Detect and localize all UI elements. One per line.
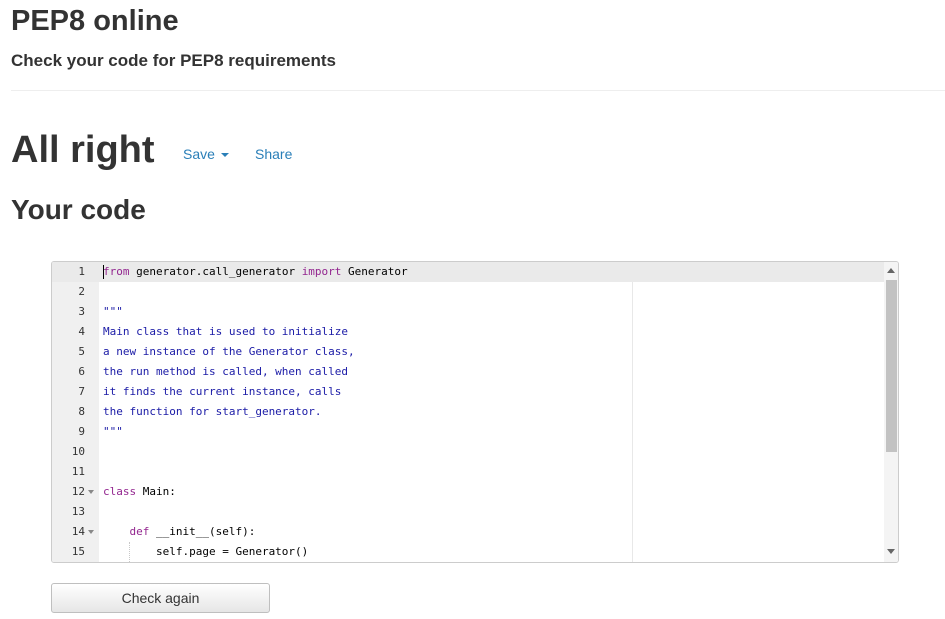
code-line[interactable]: 11 bbox=[52, 462, 884, 482]
code-token: __init__(self): bbox=[149, 525, 256, 538]
code-lines[interactable]: 1 from generator.call_generator import Ge… bbox=[52, 262, 884, 562]
string-token: """ bbox=[103, 425, 123, 438]
code-text: def __init__(self): bbox=[103, 522, 256, 542]
scrollbar-thumb[interactable] bbox=[886, 280, 897, 452]
code-token: self.page = Generator() bbox=[103, 545, 309, 558]
code-line[interactable]: 13 bbox=[52, 502, 884, 522]
string-token: the run method is called, when called bbox=[103, 365, 349, 378]
header-divider bbox=[11, 90, 945, 91]
string-token: Main class that is used to initialize bbox=[103, 325, 349, 338]
code-line[interactable]: 8 the function for start_generator. bbox=[52, 402, 884, 422]
line-number: 14 bbox=[71, 525, 85, 538]
code-line[interactable]: 15 self.page = Generator() bbox=[52, 542, 884, 562]
code-text: Main class that is used to initialize bbox=[103, 322, 348, 342]
string-token: """ bbox=[103, 305, 123, 318]
string-token: it finds the current instance, calls bbox=[103, 385, 342, 398]
line-number: 6 bbox=[78, 365, 85, 378]
code-line[interactable]: 10 bbox=[52, 442, 884, 462]
code-text: from generator.call_generator import Gen… bbox=[103, 262, 408, 282]
share-link[interactable]: Share bbox=[255, 146, 292, 163]
keyword-token: def bbox=[129, 525, 150, 538]
site-subtitle: Check your code for PEP8 requirements bbox=[11, 51, 336, 70]
string-token: the function for start_generator. bbox=[103, 405, 322, 418]
code-heading: Your code bbox=[11, 194, 146, 225]
code-text: self.page = Generator() bbox=[103, 542, 308, 562]
code-line[interactable]: 7 it finds the current instance, calls bbox=[52, 382, 884, 402]
code-token: Main: bbox=[136, 485, 176, 498]
keyword-token: import bbox=[301, 265, 342, 278]
code-text: class Main: bbox=[103, 482, 176, 502]
line-number: 11 bbox=[71, 465, 85, 478]
code-line[interactable]: 3 """ bbox=[52, 302, 884, 322]
code-text: a new instance of the Generator class, bbox=[103, 342, 355, 362]
site-title: PEP8 online bbox=[11, 5, 179, 37]
code-line[interactable]: 5 a new instance of the Generator class, bbox=[52, 342, 884, 362]
scroll-up-arrow-icon[interactable] bbox=[887, 268, 895, 273]
keyword-token: from bbox=[103, 265, 130, 278]
save-label: Save bbox=[183, 146, 215, 162]
vertical-scrollbar[interactable] bbox=[884, 262, 898, 562]
line-number: 15 bbox=[71, 545, 85, 558]
check-again-button[interactable]: Check again bbox=[51, 583, 270, 613]
line-number: 2 bbox=[78, 285, 85, 298]
line-number: 8 bbox=[78, 405, 85, 418]
line-number: 4 bbox=[78, 325, 85, 338]
line-number: 12 bbox=[71, 485, 85, 498]
code-token: generator.call_generator bbox=[129, 265, 302, 278]
result-title: All right bbox=[11, 129, 155, 171]
code-line[interactable]: 14 def __init__(self): bbox=[52, 522, 884, 542]
line-number: 10 bbox=[71, 445, 85, 458]
code-text: the function for start_generator. bbox=[103, 402, 322, 422]
keyword-token: class bbox=[103, 485, 137, 498]
code-text: """ bbox=[103, 302, 123, 322]
code-line[interactable]: 9 """ bbox=[52, 422, 884, 442]
code-line[interactable]: 6 the run method is called, when called bbox=[52, 362, 884, 382]
scroll-down-arrow-icon[interactable] bbox=[887, 549, 895, 554]
caret-down-icon bbox=[220, 153, 229, 158]
line-number: 7 bbox=[78, 385, 85, 398]
code-line[interactable]: 12 class Main: bbox=[52, 482, 884, 502]
code-line[interactable]: 1 from generator.call_generator import Ge… bbox=[52, 262, 884, 282]
fold-toggle-icon[interactable] bbox=[88, 530, 94, 534]
code-line[interactable]: 4 Main class that is used to initialize bbox=[52, 322, 884, 342]
code-token: Generator bbox=[341, 265, 408, 278]
code-text: """ bbox=[103, 422, 123, 442]
string-token: a new instance of the Generator class, bbox=[103, 345, 355, 358]
code-text: it finds the current instance, calls bbox=[103, 382, 341, 402]
code-line[interactable]: 2 bbox=[52, 282, 884, 302]
fold-toggle-icon[interactable] bbox=[88, 490, 94, 494]
code-text: the run method is called, when called bbox=[103, 362, 348, 382]
line-number: 9 bbox=[78, 425, 85, 438]
line-number: 5 bbox=[78, 345, 85, 358]
text-cursor bbox=[103, 265, 104, 279]
line-number: 13 bbox=[71, 505, 85, 518]
save-dropdown-button[interactable]: Save bbox=[183, 146, 229, 163]
line-number: 3 bbox=[78, 305, 85, 318]
code-editor[interactable]: 1 from generator.call_generator import Ge… bbox=[51, 261, 899, 563]
line-number: 1 bbox=[78, 265, 85, 278]
